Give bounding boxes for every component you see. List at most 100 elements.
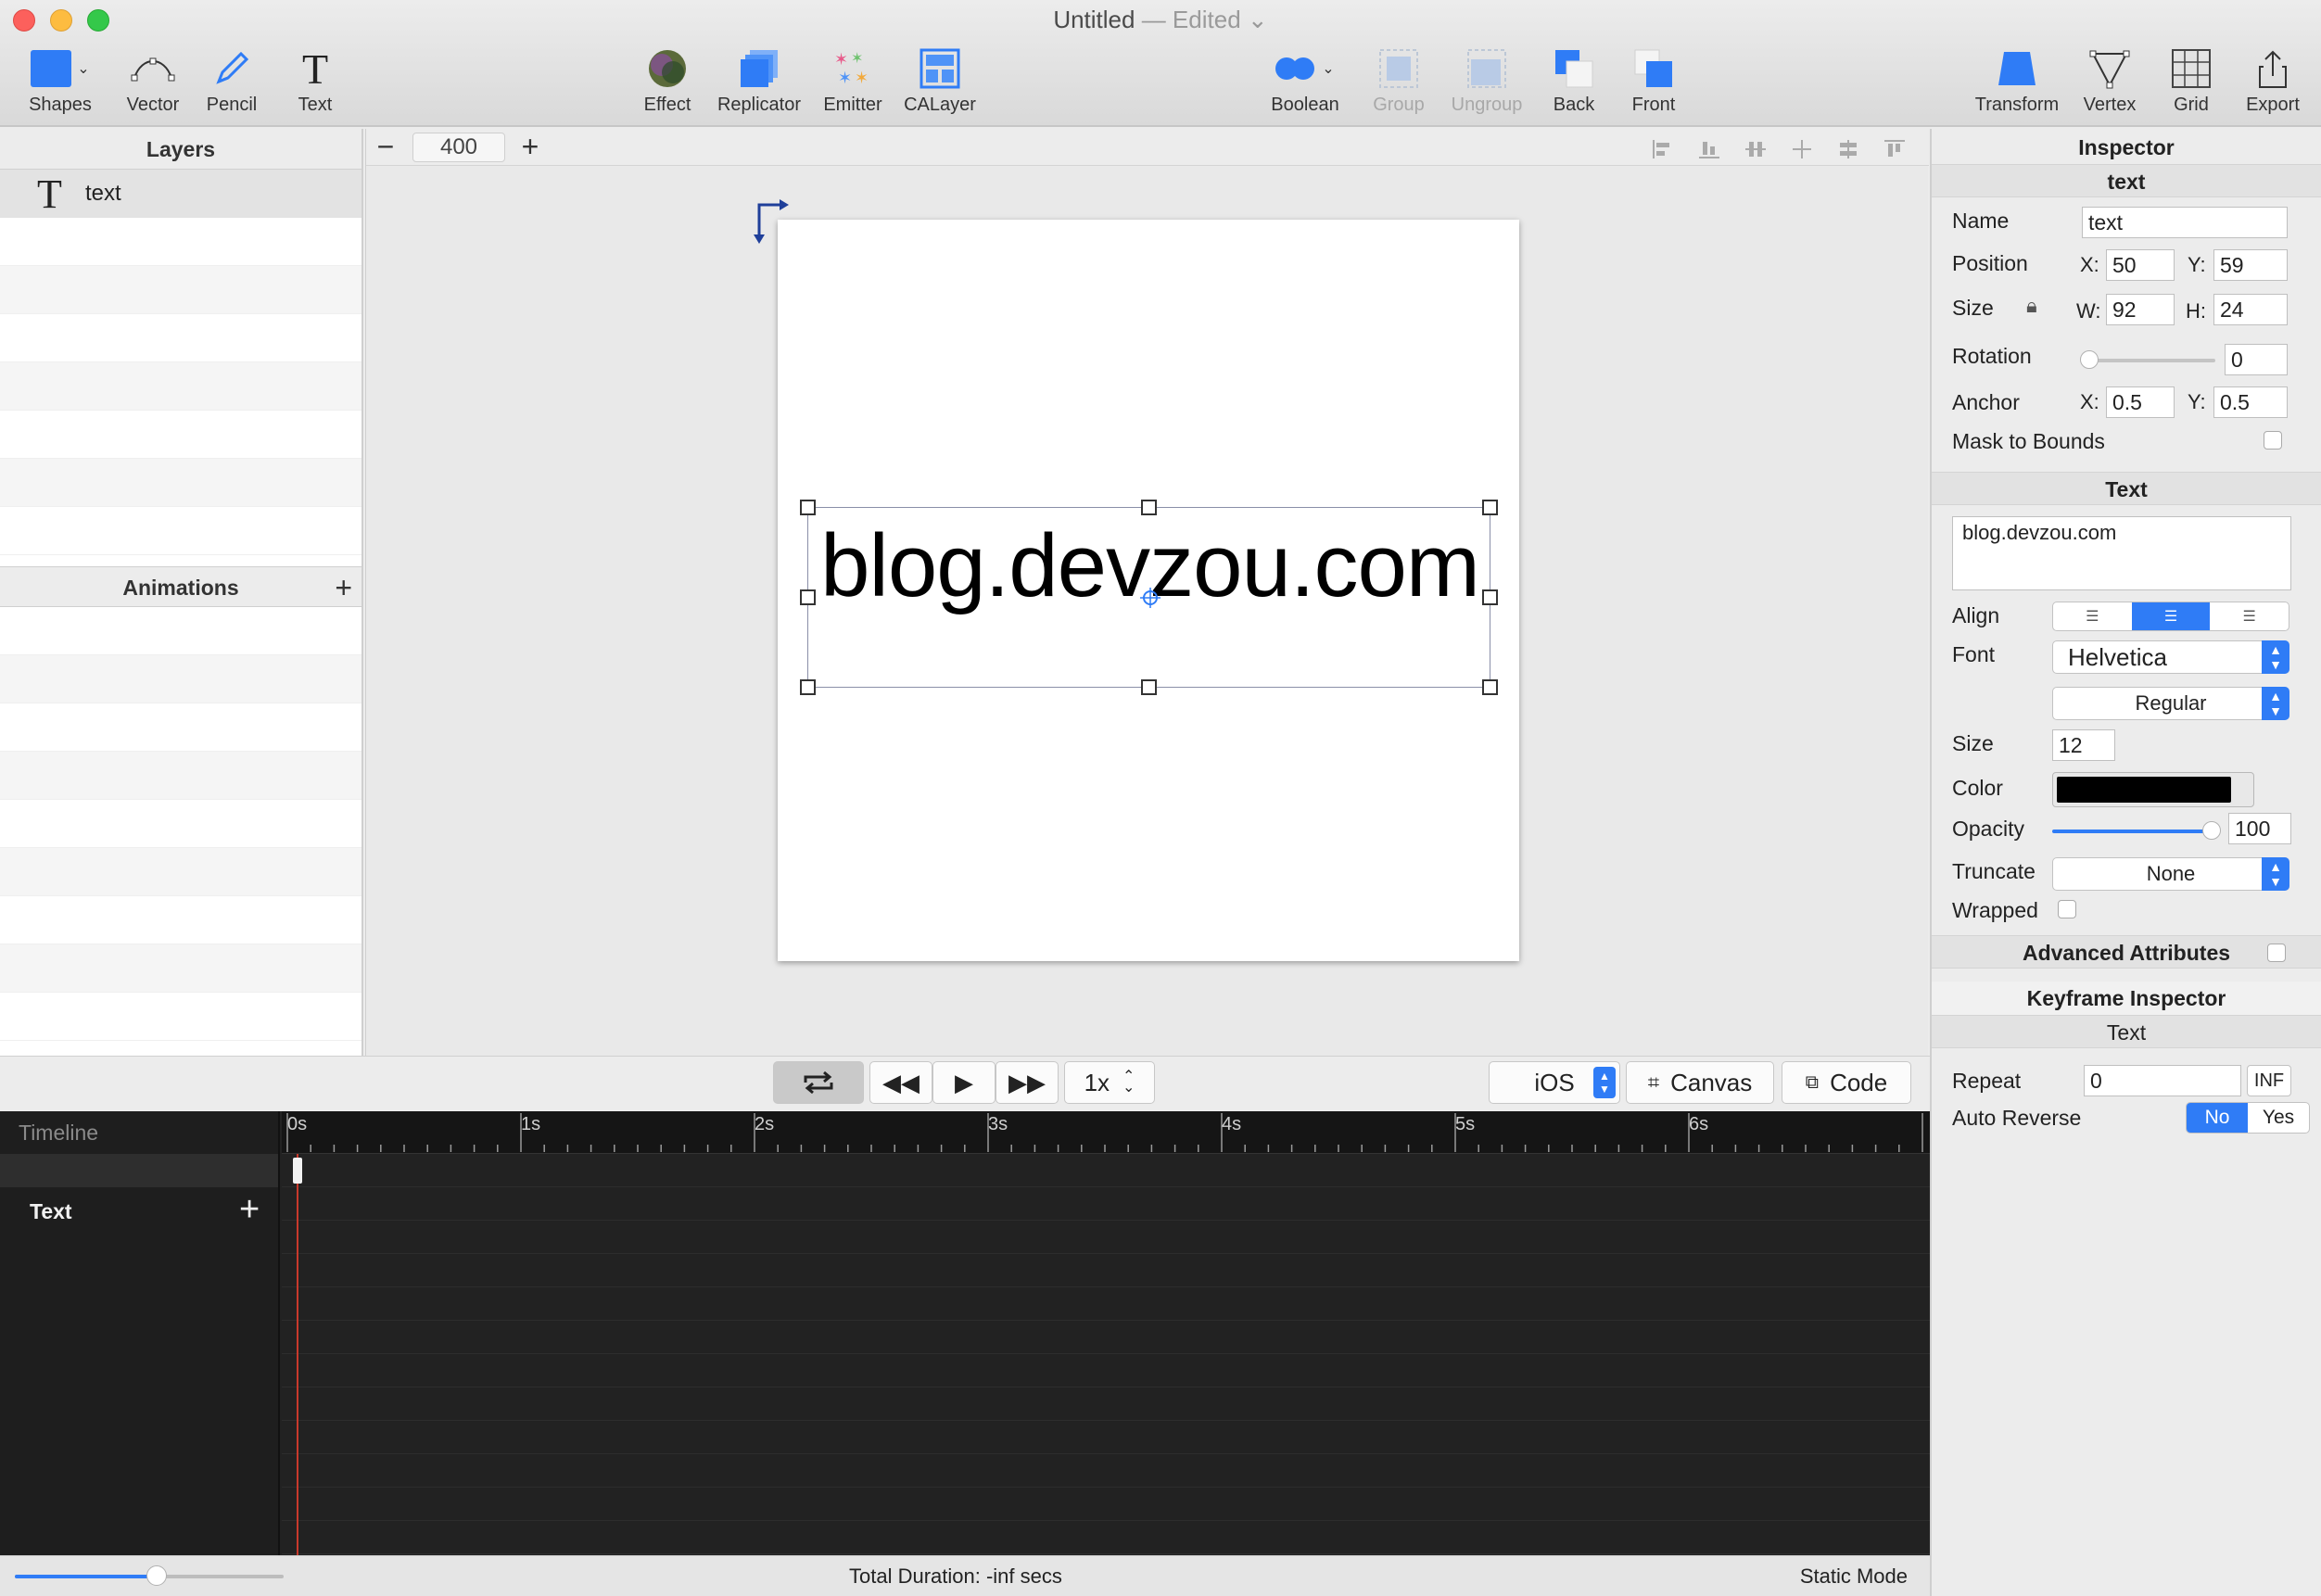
size-h-field[interactable]: 24 <box>2213 294 2288 325</box>
align-left-button[interactable]: ☰ <box>2053 602 2132 630</box>
speed-value: 1x <box>1084 1068 1110 1096</box>
mask-to-bounds-checkbox[interactable] <box>2264 431 2282 450</box>
anchor-y-field[interactable]: 0.5 <box>2213 386 2288 418</box>
align-left-icon[interactable] <box>1651 138 1675 160</box>
shapes-tool[interactable]: ⌄ Shapes <box>19 44 102 116</box>
text-content-area[interactable]: blog.devzou.com <box>1952 516 2291 590</box>
playhead-handle[interactable] <box>293 1158 302 1184</box>
canvas-button[interactable]: ⌗ Canvas <box>1626 1061 1774 1104</box>
anchor-label: Anchor <box>1952 390 2020 414</box>
layer-item-text[interactable]: T text <box>0 170 361 218</box>
repeat-infinite-button[interactable]: INF <box>2247 1065 2291 1096</box>
opacity-slider[interactable] <box>2052 821 2221 840</box>
resize-handle-right[interactable] <box>1482 589 1498 605</box>
effect-tool[interactable]: Effect <box>630 44 704 116</box>
pos-x-label: X: <box>2080 253 2099 276</box>
vertex-tool[interactable]: Vertex <box>2074 44 2145 116</box>
speed-selector[interactable]: 1x ⌃ ⌄ <box>1064 1061 1155 1104</box>
timeline-header: Timeline <box>19 1121 99 1145</box>
name-field[interactable]: text <box>2082 207 2288 238</box>
playhead[interactable] <box>297 1154 298 1555</box>
bring-front-button[interactable]: Front <box>1618 44 1689 116</box>
layers-panel: Layers T text Animations + <box>0 129 363 1056</box>
font-style-popup[interactable]: Regular ▲ ▼ <box>2052 687 2289 720</box>
text-align-center-icon: ☰ <box>2163 609 2178 625</box>
chevron-down-icon: ⌄ <box>77 61 90 77</box>
anchor-x-field[interactable]: 0.5 <box>2106 386 2175 418</box>
slider-knob[interactable] <box>146 1565 167 1586</box>
rotation-slider[interactable] <box>2080 350 2215 369</box>
truncate-popup[interactable]: None ▲ ▼ <box>2052 857 2289 891</box>
rewind-button[interactable]: ◀◀ <box>869 1061 932 1104</box>
transform-tool[interactable]: Transform <box>1969 44 2065 116</box>
advanced-attributes-header[interactable]: Advanced Attributes <box>1932 935 2321 969</box>
platform-selector[interactable]: iOS ▲ ▼ <box>1489 1061 1620 1104</box>
replicator-tool[interactable]: Replicator <box>712 44 806 116</box>
pencil-tool[interactable]: Pencil <box>199 44 264 116</box>
canvas-area[interactable]: − 400 + blog.devzou.com <box>365 129 1929 1056</box>
add-animation-button[interactable]: + <box>335 567 352 608</box>
send-back-button[interactable]: Back <box>1539 44 1609 116</box>
resize-handle-top-right[interactable] <box>1482 500 1498 515</box>
zoom-out-button[interactable]: − <box>372 131 400 162</box>
resize-handle-bottom-left[interactable] <box>800 679 816 695</box>
export-button[interactable]: Export <box>2236 44 2310 116</box>
opacity-field[interactable]: 100 <box>2228 813 2291 844</box>
ungroup-tool[interactable]: Ungroup <box>1442 44 1531 116</box>
timeline-zoom-slider[interactable] <box>15 1565 284 1586</box>
resize-handle-left[interactable] <box>800 589 816 605</box>
anchor-point-icon[interactable] <box>1140 588 1160 608</box>
auto-reverse-no-button[interactable]: No <box>2187 1103 2248 1133</box>
wrapped-checkbox[interactable] <box>2058 900 2076 918</box>
size-w-field[interactable]: 92 <box>2106 294 2175 325</box>
distribute-vertical-icon[interactable] <box>1836 138 1860 160</box>
timeline-rows[interactable] <box>282 1154 1930 1555</box>
timeline-track-list: Timeline Text + <box>0 1111 280 1555</box>
resize-handle-bottom-right[interactable] <box>1482 679 1498 695</box>
text-tool[interactable]: T Text <box>283 44 348 116</box>
document-canvas[interactable]: blog.devzou.com <box>778 220 1519 961</box>
repeat-field[interactable]: 0 <box>2084 1065 2241 1096</box>
position-y-field[interactable]: 59 <box>2213 249 2288 281</box>
slider-knob[interactable] <box>2202 821 2221 840</box>
selected-text-layer[interactable]: blog.devzou.com <box>800 500 1498 695</box>
loop-toggle-button[interactable] <box>773 1061 864 1104</box>
boolean-circles-icon <box>1275 57 1316 80</box>
auto-reverse-yes-button[interactable]: Yes <box>2248 1103 2309 1133</box>
vector-tool[interactable]: Vector <box>116 44 190 116</box>
code-label: Code <box>1830 1068 1888 1096</box>
play-button[interactable]: ▶ <box>932 1061 996 1104</box>
position-x-field[interactable]: 50 <box>2106 249 2175 281</box>
slider-knob[interactable] <box>2080 350 2099 369</box>
resize-handle-top[interactable] <box>1141 500 1157 515</box>
fast-forward-button[interactable]: ▶▶ <box>996 1061 1059 1104</box>
align-right-button[interactable]: ☰ <box>2210 602 2289 630</box>
advanced-attributes-checkbox[interactable] <box>2267 944 2286 962</box>
keyframe-inspector-subtitle: Text <box>1932 1015 2321 1048</box>
calayer-tool[interactable]: CALayer <box>894 44 985 116</box>
font-family-popup[interactable]: Helvetica ▲ ▼ <box>2052 640 2289 674</box>
align-center-icon[interactable] <box>1790 138 1814 160</box>
repeat-label: Repeat <box>1952 1069 2022 1093</box>
timeline-selected-row[interactable] <box>0 1154 278 1187</box>
grid-tool[interactable]: Grid <box>2156 44 2226 116</box>
timeline-ruler[interactable]: 0s 1s 2s 3s 4s 5s 6s <box>282 1111 1930 1154</box>
code-button[interactable]: ⧉ Code <box>1782 1061 1911 1104</box>
align-center-button[interactable]: ☰ <box>2131 602 2211 630</box>
align-bottom-icon[interactable] <box>1697 138 1721 160</box>
zoom-level-field[interactable]: 400 <box>412 133 505 162</box>
size-w-label: W: <box>2076 299 2101 323</box>
zoom-in-button[interactable]: + <box>516 131 544 162</box>
distribute-horizontal-icon[interactable] <box>1744 138 1768 160</box>
rotation-field[interactable]: 0 <box>2225 344 2288 375</box>
group-tool[interactable]: Group <box>1363 44 1435 116</box>
lock-icon[interactable]: 🔒︎ <box>2026 294 2037 318</box>
add-keyframe-button[interactable]: + <box>239 1191 260 1228</box>
resize-handle-top-left[interactable] <box>800 500 816 515</box>
emitter-tool[interactable]: ✶ ✶ ✶ ✶ Emitter <box>816 44 890 116</box>
boolean-tool[interactable]: ⌄ Boolean <box>1266 44 1344 116</box>
color-well[interactable] <box>2052 772 2254 807</box>
font-size-field[interactable]: 12 <box>2052 729 2115 761</box>
resize-handle-bottom[interactable] <box>1141 679 1157 695</box>
align-top-icon[interactable] <box>1883 138 1907 160</box>
